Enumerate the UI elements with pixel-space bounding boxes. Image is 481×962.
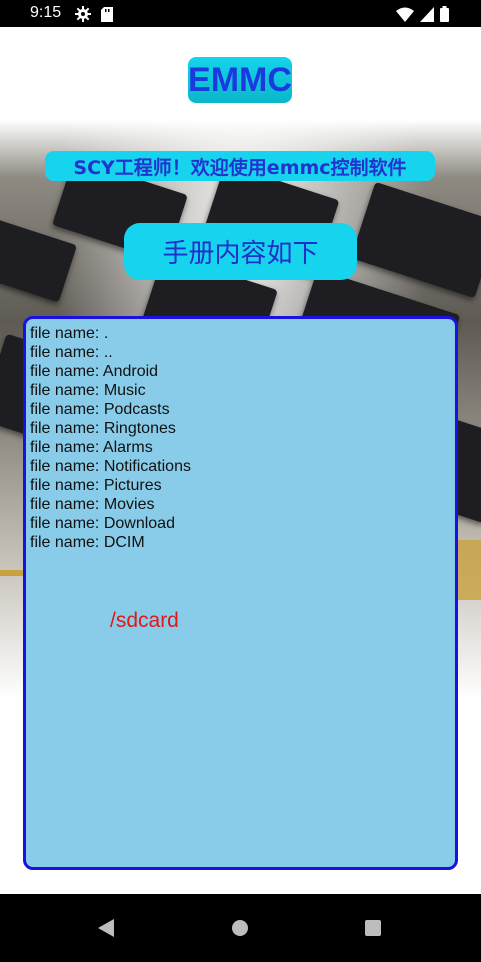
manual-button[interactable]: 手册内容如下 xyxy=(124,223,357,280)
status-time: 9:15 xyxy=(30,4,62,21)
battery-icon xyxy=(440,6,449,26)
status-bar: 9:15 xyxy=(0,0,481,27)
list-item: file name: Ringtones xyxy=(30,420,176,437)
list-item: file name: . xyxy=(30,325,109,342)
list-item: file name: Podcasts xyxy=(30,401,170,418)
wifi-icon xyxy=(396,7,414,26)
sd-card-icon xyxy=(101,6,113,26)
list-item: file name: .. xyxy=(30,344,113,361)
list-item: file name: Download xyxy=(30,515,175,532)
list-item: file name: DCIM xyxy=(30,534,145,551)
home-icon[interactable] xyxy=(228,916,252,940)
list-item: file name: Movies xyxy=(30,496,155,513)
list-item: file name: Notifications xyxy=(30,458,191,475)
signal-icon xyxy=(420,6,434,26)
list-item: file name: Pictures xyxy=(30,477,162,494)
back-icon[interactable] xyxy=(94,916,118,940)
file-list: file name: . file name: .. file name: An… xyxy=(30,324,191,552)
app-title: EMMC xyxy=(188,57,292,103)
settings-icon xyxy=(75,6,91,26)
list-item: file name: Android xyxy=(30,363,159,380)
recents-icon[interactable] xyxy=(361,916,385,940)
list-item: file name: Alarms xyxy=(30,439,153,456)
file-list-panel[interactable]: file name: . file name: .. file name: An… xyxy=(23,316,458,870)
welcome-banner: SCY工程师！欢迎使用emmc控制软件 xyxy=(45,151,435,181)
navigation-bar xyxy=(0,894,481,962)
path-label: /sdcard xyxy=(110,609,179,632)
list-item: file name: Music xyxy=(30,382,146,399)
